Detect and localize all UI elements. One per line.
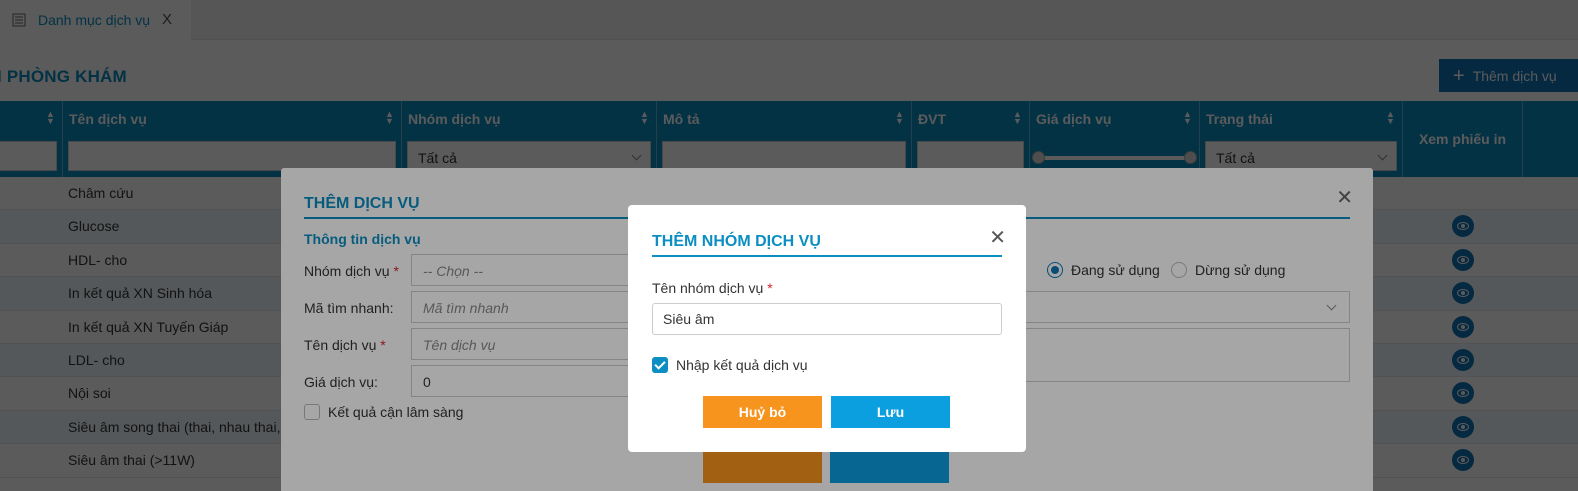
enter-result-label: Nhập kết quả dịch vụ <box>676 357 808 373</box>
enter-result-checkbox[interactable] <box>652 357 668 373</box>
group-name-input[interactable] <box>652 303 1002 335</box>
modal-title: THÊM NHÓM DỊCH VỤ <box>652 233 821 250</box>
required-marker: * <box>767 280 773 296</box>
add-service-group-modal: THÊM NHÓM DỊCH VỤ ✕ Tên nhóm dịch vụ * N… <box>628 205 1026 452</box>
save-button[interactable]: Lưu <box>831 396 950 428</box>
cancel-button[interactable]: Huỷ bỏ <box>703 396 822 428</box>
close-icon[interactable]: ✕ <box>989 225 1006 250</box>
group-name-label-text: Tên nhóm dịch vụ <box>652 280 764 296</box>
title-underline <box>652 255 1002 257</box>
group-name-label: Tên nhóm dịch vụ * <box>652 280 773 296</box>
